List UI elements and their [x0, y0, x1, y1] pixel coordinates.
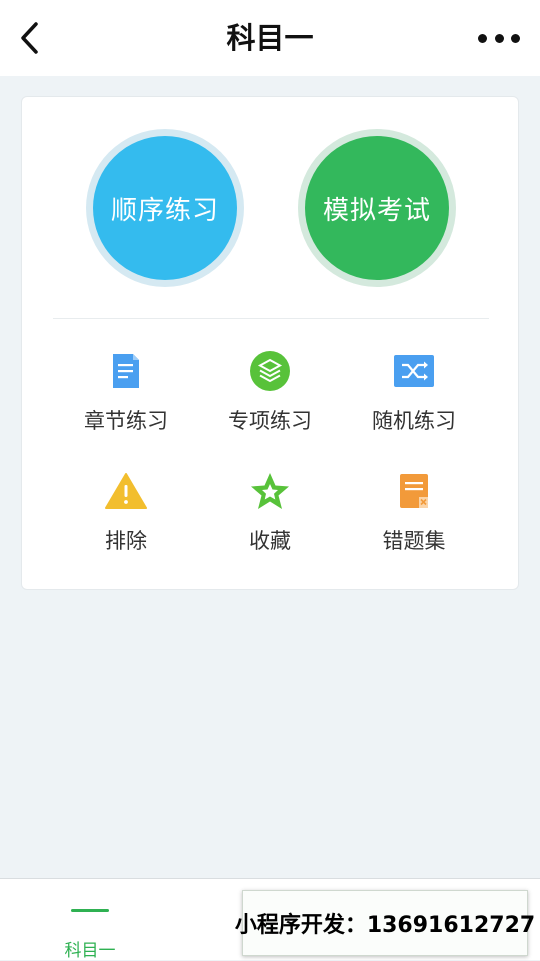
- exclude-button[interactable]: 排除: [56, 469, 196, 569]
- more-dots-icon: [478, 33, 487, 43]
- wrong-questions-label: 错题集: [382, 529, 446, 553]
- random-practice-button[interactable]: 随机练习: [344, 349, 484, 449]
- random-practice-label: 随机练习: [372, 409, 456, 433]
- divider: [53, 318, 489, 319]
- special-practice-button[interactable]: 专项练习: [200, 349, 340, 449]
- navigation-bar: 科目一: [0, 0, 540, 76]
- mock-exam-button[interactable]: 模拟考试: [298, 129, 456, 287]
- exclude-label: 排除: [105, 529, 147, 553]
- wrong-questions-button[interactable]: 错题集: [344, 469, 484, 569]
- favorites-label: 收藏: [249, 529, 291, 553]
- promo-banner: 小程序开发：13691612727: [235, 890, 535, 956]
- page-title: 科目一: [226, 21, 314, 55]
- document-icon: [104, 349, 148, 393]
- sequential-practice-button[interactable]: 顺序练习: [86, 129, 244, 287]
- tab-dash-icon: [71, 909, 109, 912]
- mock-exam-label: 模拟考试: [305, 136, 449, 280]
- star-icon: [248, 469, 292, 513]
- more-button[interactable]: [478, 28, 520, 48]
- favorites-button[interactable]: 收藏: [200, 469, 340, 569]
- shuffle-icon: [392, 349, 436, 393]
- tab-subject-one[interactable]: 科目一: [30, 879, 150, 961]
- warning-icon: [104, 469, 148, 513]
- layers-icon: [248, 349, 292, 393]
- error-note-icon: [392, 469, 436, 513]
- chapter-practice-button[interactable]: 章节练习: [56, 349, 196, 449]
- practice-card: 顺序练习 模拟考试 章节练习 专项练习 随机练习 排除 收藏 错题集: [21, 96, 519, 590]
- chapter-practice-label: 章节练习: [84, 409, 168, 433]
- special-practice-label: 专项练习: [228, 409, 312, 433]
- sequential-practice-label: 顺序练习: [93, 136, 237, 280]
- tab-subject-one-label: 科目一: [64, 941, 116, 961]
